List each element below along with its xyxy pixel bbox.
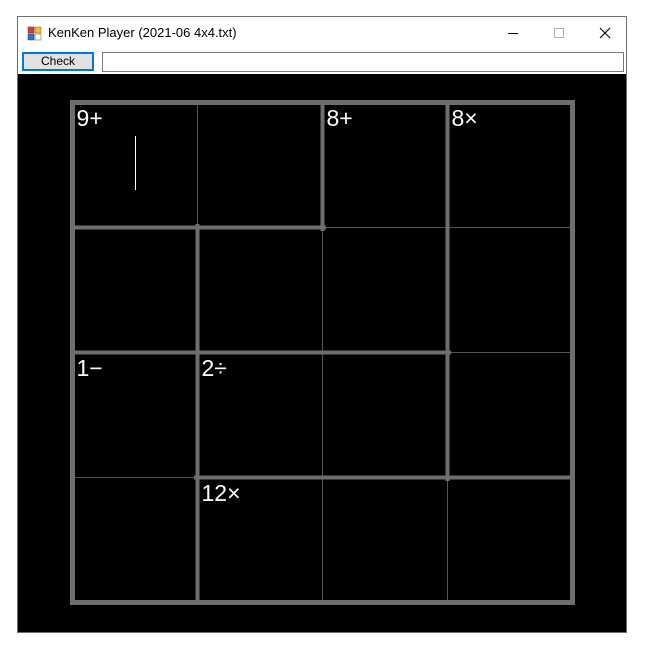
cage-clue: 8+: [326, 104, 353, 131]
cage-clue: 2÷: [201, 354, 227, 381]
grid-cell[interactable]: [198, 228, 323, 353]
cage-clue: 1−: [76, 354, 103, 381]
status-field[interactable]: [102, 52, 624, 72]
app-window: KenKen Player (2021-06 4x4.txt) Check 9+…: [17, 16, 627, 633]
kenken-board[interactable]: 9+ 8+ 8× 1− 2÷ 12×: [70, 100, 575, 605]
app-icon: [27, 25, 43, 41]
grid-cell[interactable]: [323, 353, 448, 478]
grid-cell[interactable]: [448, 353, 573, 478]
minimize-button[interactable]: [490, 17, 536, 48]
cage-clue: 12×: [201, 479, 241, 506]
toolbar: Check: [18, 48, 626, 74]
grid-cell[interactable]: [73, 478, 198, 603]
minimize-icon: [508, 32, 518, 34]
grid-cell[interactable]: [73, 228, 198, 353]
grid-cell[interactable]: [448, 228, 573, 353]
close-icon: [599, 27, 611, 38]
grid-cell[interactable]: [323, 478, 448, 603]
maximize-button[interactable]: [536, 17, 582, 48]
cage-clue: 8×: [451, 104, 478, 131]
title-bar[interactable]: KenKen Player (2021-06 4x4.txt): [18, 17, 626, 48]
grid-cell[interactable]: [448, 478, 573, 603]
check-button[interactable]: Check: [22, 52, 94, 71]
grid-cell[interactable]: [323, 228, 448, 353]
window-title: KenKen Player (2021-06 4x4.txt): [48, 25, 237, 40]
grid-cell[interactable]: [198, 103, 323, 228]
close-button[interactable]: [582, 17, 628, 48]
text-caret: [134, 135, 136, 190]
cage-clue: 9+: [76, 104, 103, 131]
maximize-icon: [554, 27, 564, 38]
